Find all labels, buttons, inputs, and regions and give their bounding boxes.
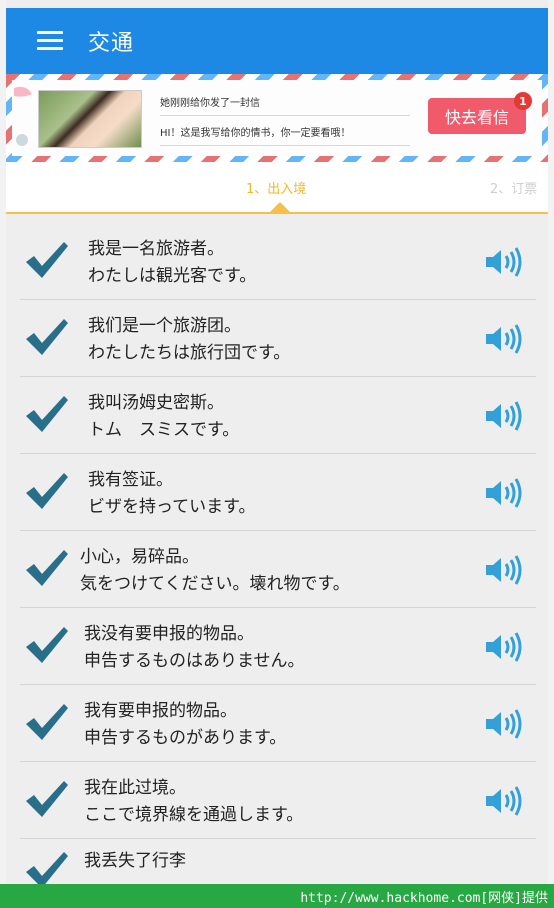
checkmark-icon [26, 852, 68, 884]
checkmark-icon [26, 550, 68, 586]
active-tab-indicator [270, 202, 290, 212]
phrase-text: 我丢失了行李 [84, 848, 464, 874]
ad-banner[interactable]: 她刚刚给你发了一封信 HI！这是我写给你的情书，你一定要看哦！ 快去看信 1 [6, 74, 548, 162]
phrase-text: 我有要申报的物品。 申告するものがあります。 [84, 698, 464, 752]
phrase-chinese: 我没有要申报的物品。 [84, 624, 254, 644]
ad-text: 她刚刚给你发了一封信 HI！这是我写给你的情书，你一定要看哦！ [160, 94, 410, 146]
phrase-text: 我在此过境。 ここで境界線を通過します。 [84, 775, 464, 829]
speaker-icon[interactable] [484, 475, 524, 511]
phrase-text: 我叫汤姆史密斯。 トム スミスです。 [88, 390, 468, 444]
tab-bar: 1、出入境 2、订票 [6, 162, 548, 214]
phrase-chinese: 我丢失了行李 [84, 851, 186, 871]
list-item[interactable]: 我叫汤姆史密斯。 トム スミスです。 [20, 380, 536, 454]
phrase-chinese: 我在此过境。 [84, 778, 186, 798]
watermark-bar: http://www.hackhome.com[网侠]提供 [0, 884, 554, 908]
phrase-japanese: わたしは観光客です。 [88, 266, 257, 286]
tab-immigration[interactable]: 1、出入境 [246, 178, 306, 197]
tab-ticketing[interactable]: 2、订票 [490, 178, 537, 197]
list-item[interactable]: 我是一名旅游者。 わたしは観光客です。 [20, 226, 536, 300]
speaker-icon[interactable] [484, 706, 524, 742]
notification-badge: 1 [514, 92, 532, 110]
phrase-japanese: 申告するものはありません。 [84, 651, 305, 671]
hamburger-icon [37, 31, 63, 51]
ad-card: 她刚刚给你发了一封信 HI！这是我写给你的情书，你一定要看哦！ 快去看信 1 [12, 80, 542, 156]
speaker-icon[interactable] [484, 244, 524, 280]
checkmark-icon [26, 627, 68, 663]
phrase-chinese: 我叫汤姆史密斯。 [88, 393, 224, 413]
phrase-text: 小心，易碎品。 気をつけてください。壊れ物です。 [80, 544, 460, 598]
ad-read-button[interactable]: 快去看信 [428, 98, 526, 134]
phrase-japanese: ここで境界線を通過します。 [84, 805, 304, 825]
phrase-japanese: 申告するものがあります。 [84, 728, 287, 748]
checkmark-icon [26, 319, 68, 355]
watermark-text: http://www.hackhome.com[网侠]提供 [300, 891, 548, 906]
speaker-icon[interactable] [484, 398, 524, 434]
phrase-chinese: 我有要申报的物品。 [84, 701, 237, 721]
phrase-chinese: 小心，易碎品。 [80, 547, 199, 567]
app-bar: 交通 [6, 8, 548, 74]
checkmark-icon [26, 781, 68, 817]
checkmark-icon [26, 473, 68, 509]
page-title: 交通 [88, 31, 135, 56]
phrase-chinese: 我有签证。 [88, 470, 173, 490]
checkmark-icon [26, 396, 68, 432]
phrase-chinese: 我们是一个旅游团。 [88, 316, 241, 336]
checkmark-icon [26, 242, 68, 278]
phrase-text: 我有签证。 ビザを持っています。 [88, 467, 468, 521]
phrase-text: 我没有要申报的物品。 申告するものはありません。 [84, 621, 464, 675]
phrase-japanese: ビザを持っています。 [88, 497, 256, 517]
phrase-japanese: 気をつけてください。壊れ物です。 [80, 574, 350, 594]
list-item[interactable]: 我在此过境。 ここで境界線を通過します。 [20, 765, 536, 839]
phrase-text: 我是一名旅游者。 わたしは観光客です。 [88, 236, 468, 290]
list-item[interactable]: 我们是一个旅游团。 わたしたちは旅行団です。 [20, 303, 536, 377]
phrase-japanese: トム スミスです。 [88, 420, 240, 440]
list-item[interactable]: 小心，易碎品。 気をつけてください。壊れ物です。 [20, 534, 536, 608]
checkmark-icon [26, 704, 68, 740]
phrase-japanese: わたしたちは旅行団です。 [88, 343, 291, 363]
speaker-icon[interactable] [484, 783, 524, 819]
menu-button[interactable] [20, 8, 80, 74]
speaker-icon[interactable] [484, 629, 524, 665]
list-item[interactable]: 我有要申报的物品。 申告するものがあります。 [20, 688, 536, 762]
ad-line-2: HI！这是我写给你的情书，你一定要看哦！ [160, 116, 410, 146]
envelope-icon [14, 86, 32, 146]
phrase-chinese: 我是一名旅游者。 [88, 239, 224, 259]
speaker-icon[interactable] [484, 552, 524, 588]
speaker-icon[interactable] [484, 321, 524, 357]
phrase-text: 我们是一个旅游团。 わたしたちは旅行団です。 [88, 313, 468, 367]
ad-line-1: 她刚刚给你发了一封信 [160, 94, 410, 116]
list-item[interactable]: 我丢失了行李 [20, 842, 536, 884]
ad-photo [38, 90, 142, 148]
list-item[interactable]: 我没有要申报的物品。 申告するものはありません。 [20, 611, 536, 685]
list-item[interactable]: 我有签证。 ビザを持っています。 [20, 457, 536, 531]
app-frame: 交通 她刚刚给你发了一封信 HI！这是我写给你的情书，你一定要看哦！ 快去看信 … [0, 0, 554, 884]
